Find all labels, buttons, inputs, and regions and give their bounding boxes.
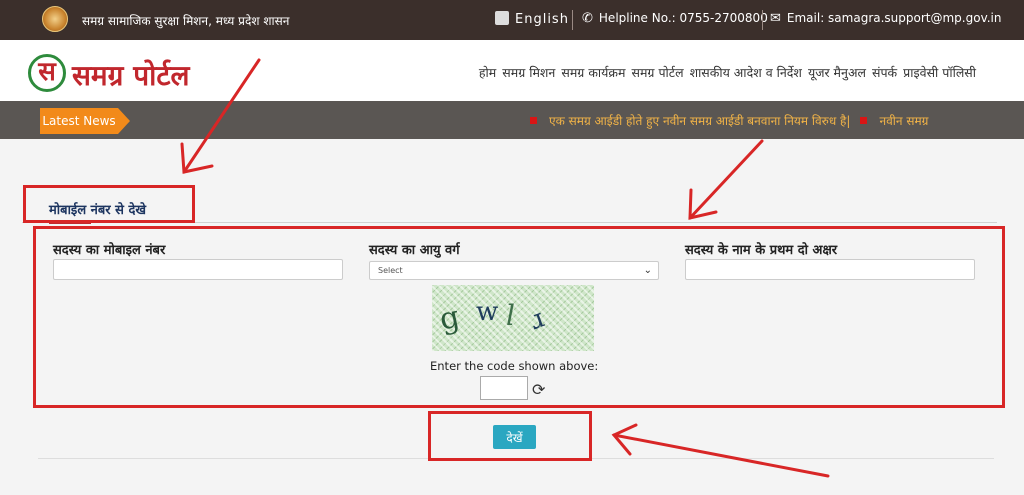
annotation-arrows bbox=[180, 58, 830, 478]
